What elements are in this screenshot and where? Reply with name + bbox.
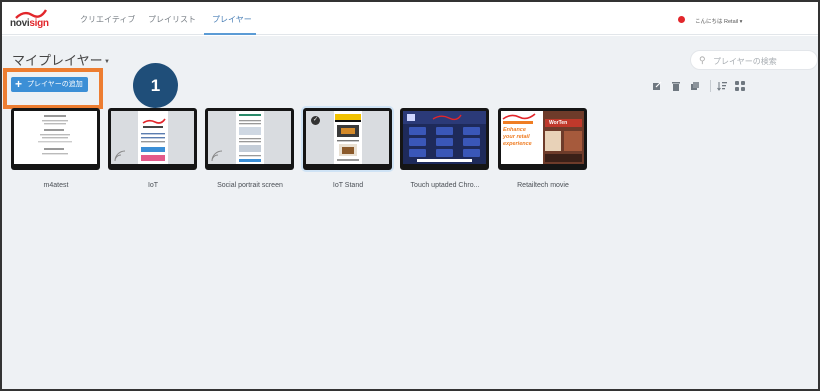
player-card[interactable] (108, 108, 197, 170)
logo-text: novisign (10, 18, 49, 29)
touch-menu-preview (403, 111, 486, 162)
retail-headline-3: experience (503, 141, 532, 147)
player-screen: ✓ (306, 111, 389, 164)
player-thumbnail (400, 108, 489, 170)
user-menu[interactable]: こんにちは Retail ▾ (695, 17, 742, 25)
player-screen: Enhance your retail experience WorTen (501, 111, 584, 164)
player-name[interactable]: Retailtech movie (483, 182, 603, 189)
player-screen (208, 111, 291, 164)
player-thumbnail (11, 108, 100, 170)
player-card[interactable]: Enhance your retail experience WorTen (498, 108, 587, 170)
player-card[interactable] (205, 108, 294, 170)
document-preview (38, 115, 72, 155)
search-placeholder: プレイヤーの検索 (713, 57, 777, 66)
retail-headline-1: Enhance (503, 127, 526, 133)
retail-store-sign: WorTen (549, 120, 568, 126)
user-avatar[interactable] (678, 16, 685, 23)
sort-icon[interactable] (717, 81, 727, 91)
tab-player[interactable]: プレイヤー (212, 14, 252, 25)
plus-icon: + (15, 77, 23, 91)
selected-check-icon[interactable]: ✓ (311, 116, 320, 125)
add-player-label: プレイヤーの追加 (27, 81, 83, 88)
connection-icon (211, 150, 223, 162)
player-card[interactable] (400, 108, 489, 170)
novisign-logo[interactable]: novisign (10, 8, 52, 30)
edit-icon[interactable] (652, 81, 662, 91)
retail-headline-2: your retail (503, 134, 530, 140)
connection-icon (114, 150, 126, 162)
copy-icon[interactable] (690, 81, 700, 91)
search-icon: ⚲ (699, 55, 706, 65)
player-screen (403, 111, 486, 164)
toolbar-divider (710, 80, 711, 92)
add-player-button[interactable]: + プレイヤーの追加 (11, 77, 88, 92)
trash-icon[interactable] (671, 81, 681, 91)
player-thumbnail: Enhance your retail experience WorTen (498, 108, 587, 170)
chevron-down-icon[interactable]: ▼ (104, 59, 110, 65)
player-thumbnail (205, 108, 294, 170)
player-card[interactable] (11, 108, 100, 170)
player-screen (111, 111, 194, 164)
tab-playlist[interactable]: プレイリスト (148, 14, 196, 25)
search-input[interactable]: ⚲ プレイヤーの検索 (690, 50, 818, 70)
tab-creative[interactable]: クリエイティブ (80, 14, 135, 25)
step-badge: 1 (133, 63, 178, 108)
player-thumbnail: ✓ (303, 108, 392, 170)
top-navigation-bar: novisign クリエイティブ プレイリスト プレイヤー こんにちは Reta… (2, 2, 818, 35)
player-screen (14, 111, 97, 164)
player-thumbnail (108, 108, 197, 170)
page-title[interactable]: マイプレイヤー (12, 50, 103, 69)
grid-view-icon[interactable] (735, 81, 745, 91)
player-card[interactable]: ✓ (303, 108, 392, 170)
active-tab-indicator (204, 33, 256, 35)
